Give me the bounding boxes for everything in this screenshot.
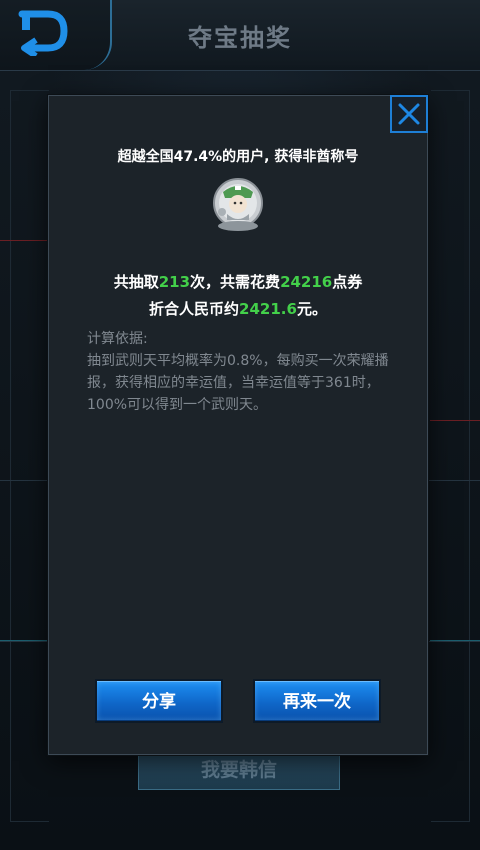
- result-headline: 超越全国47.4%的用户, 获得非酋称号: [117, 149, 359, 165]
- close-icon[interactable]: [390, 95, 428, 133]
- stats-label: 共抽取: [113, 273, 159, 291]
- top-bar: 夺宝抽奖: [0, 0, 480, 71]
- calculation-basis: 计算依据: 抽到武则天平均概率为0.8%，每购买一次荣耀播报，获得相应的幸运值，…: [87, 328, 405, 416]
- draw-count: 213: [158, 273, 191, 291]
- background-button-want-hanxin: 我要韩信: [138, 750, 340, 790]
- page-title: 夺宝抽奖: [188, 24, 292, 52]
- share-button[interactable]: 分享: [97, 681, 221, 721]
- try-again-button[interactable]: 再来一次: [255, 681, 379, 721]
- result-dialog: 超越全国47.4%的用户, 获得非酋称号 共抽取213次，共需花费24216点券…: [48, 95, 428, 755]
- basis-title: 计算依据:: [87, 331, 148, 347]
- background-frame-right: [431, 90, 470, 822]
- background-accent-line: [0, 240, 50, 241]
- cost-line-rmb: 折合人民币约2421.6元。: [49, 296, 427, 323]
- basis-text: 抽到武则天平均概率为0.8%，每购买一次荣耀播报，获得相应的幸运值，当幸运值等于…: [87, 353, 389, 413]
- title-badge-avatar: [209, 176, 267, 234]
- cost-summary: 共抽取213次，共需花费24216点券 折合人民币约2421.6元。: [49, 269, 427, 323]
- stats-label: 元。: [296, 300, 327, 318]
- stats-label: 折合人民币约: [149, 300, 240, 318]
- cost-line-draws: 共抽取213次，共需花费24216点券: [49, 269, 427, 296]
- background-accent-line: [430, 420, 480, 421]
- background-frame-left: [10, 90, 49, 822]
- rmb-amount: 2421.6: [239, 300, 297, 318]
- stats-label: 次，共需花费: [190, 273, 281, 291]
- coupon-cost: 24216: [280, 273, 333, 291]
- stats-label: 点券: [332, 273, 363, 291]
